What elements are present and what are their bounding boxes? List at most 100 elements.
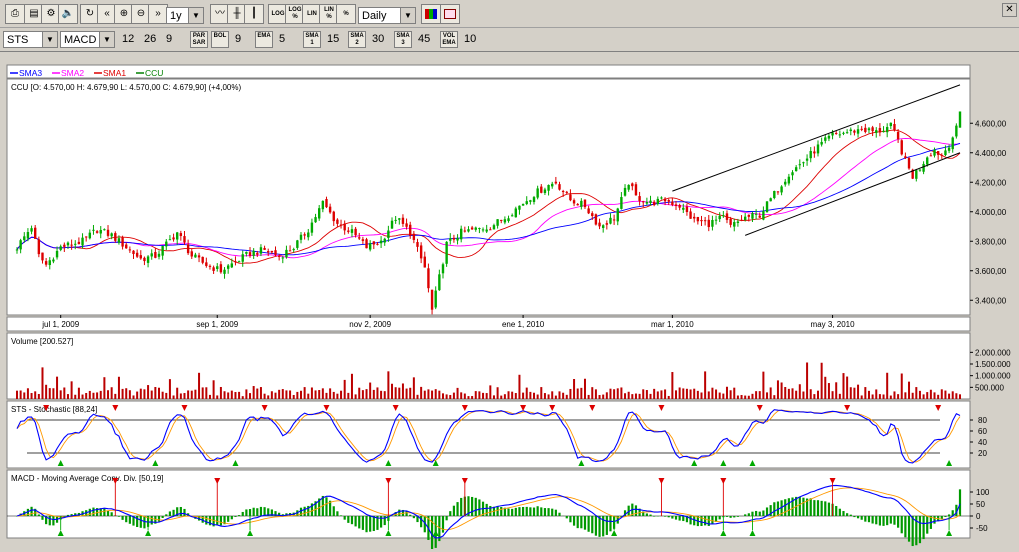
volume-bar [45, 385, 47, 399]
candle-body [362, 239, 364, 241]
indicator-period[interactable]: 9 [235, 33, 241, 45]
volume-bar [620, 387, 622, 399]
candle-body [864, 128, 866, 132]
candle-body [201, 257, 203, 263]
volume-bar [264, 394, 266, 399]
volume-bar [580, 388, 582, 399]
candle-body [584, 200, 586, 207]
image-button[interactable] [440, 4, 460, 24]
macd-histogram-bar [355, 516, 357, 526]
candle-body [311, 223, 313, 233]
indicator-period[interactable]: 10 [464, 33, 476, 45]
forward-icon: » [155, 9, 161, 19]
close-icon[interactable]: ✕ [1002, 3, 1017, 17]
chevron-down-icon[interactable]: ▼ [42, 32, 57, 47]
volume-bar [857, 385, 859, 399]
volume-bar [464, 394, 466, 399]
macd-histogram-bar [577, 516, 579, 528]
chevron-down-icon[interactable]: ▼ [188, 8, 203, 23]
indicator-period[interactable]: 15 [327, 33, 339, 45]
sound-button[interactable]: 🔈 [58, 4, 78, 24]
macd-histogram-bar [30, 507, 32, 516]
date-tick-label: may 3, 2010 [811, 320, 856, 329]
macd-fast[interactable]: 12 [122, 33, 134, 45]
macd-histogram-bar [748, 513, 750, 516]
candle-body [282, 257, 284, 258]
macd-histogram-bar [409, 515, 411, 516]
candle-body [791, 172, 793, 175]
candle-body [416, 242, 418, 247]
color-scheme-button[interactable] [421, 4, 441, 24]
volume-bar [238, 392, 240, 399]
indicator-period[interactable]: 45 [418, 33, 430, 45]
period-select[interactable]: 1y▼ [166, 7, 204, 24]
macd-histogram-bar [810, 498, 812, 516]
stochastic-select[interactable]: STS▼ [3, 31, 58, 48]
volume-bar [438, 391, 440, 399]
candle-body [413, 234, 415, 240]
candle-body [828, 136, 830, 139]
candle-body [726, 213, 728, 220]
candle-body [373, 241, 375, 244]
indicator-period[interactable]: 5 [279, 33, 285, 45]
macd-histogram-bar [227, 516, 229, 522]
candle-body [769, 198, 771, 201]
macd-histogram-bar [893, 516, 895, 525]
macd-histogram-bar [533, 508, 535, 516]
indicator-toggle-5[interactable]: SMA3 [394, 31, 412, 48]
volume-bar [777, 380, 779, 399]
chevron-down-icon[interactable]: ▼ [99, 32, 114, 47]
macd-slow[interactable]: 26 [144, 33, 156, 45]
indicator-toggle-3[interactable]: SMA1 [303, 31, 321, 48]
volume-bar [194, 390, 196, 399]
volume-bar [402, 383, 404, 399]
percent-button[interactable]: % [336, 4, 356, 24]
indicator-label: BOL [212, 33, 228, 40]
indicator-period[interactable]: 30 [372, 33, 384, 45]
volume-bar [304, 387, 306, 399]
candle-body [387, 231, 389, 238]
volume-bar [606, 392, 608, 399]
candle-body [504, 219, 506, 222]
volume-bar [806, 362, 808, 399]
candle-body [777, 191, 779, 192]
volume-bar [599, 395, 601, 399]
legend-label: SMA2 [61, 68, 84, 78]
indicator-toggle-6[interactable]: VOLEMA [440, 31, 458, 48]
candle-body [223, 270, 225, 274]
candle-body [555, 182, 557, 184]
volume-bar [300, 391, 302, 399]
candle-body [445, 242, 447, 264]
macd-histogram-bar [103, 509, 105, 516]
volume-bar [442, 393, 444, 399]
chart-svg: SMA3SMA2SMA1CCU3.400,003.600,003.800,004… [0, 52, 1019, 549]
candle-button[interactable]: ┃ [244, 4, 264, 24]
volume-bar [544, 393, 546, 399]
volume-bar [333, 392, 335, 399]
candle-body [759, 216, 761, 218]
indicator-toggle-2[interactable]: EMA [255, 31, 273, 48]
candle-body [442, 264, 444, 273]
candle-body [642, 201, 644, 202]
candle-body [285, 250, 287, 257]
macd-signal[interactable]: 9 [166, 33, 172, 45]
volume-bar [733, 388, 735, 399]
volume-bar [784, 387, 786, 399]
candle-body [577, 204, 579, 205]
volume-bar [413, 377, 415, 399]
macd-histogram-bar [879, 516, 881, 526]
macd-histogram-bar [92, 508, 94, 516]
volume-bar [129, 390, 131, 399]
indicator-toggle-1[interactable]: BOL [211, 31, 229, 48]
macd-select[interactable]: MACD▼ [60, 31, 115, 48]
forward-button[interactable]: » [148, 4, 168, 24]
indicator-toggle-0[interactable]: PARSAR [190, 31, 208, 48]
volume-bar [398, 388, 400, 399]
candle-body [409, 225, 411, 236]
chevron-down-icon[interactable]: ▼ [400, 8, 415, 23]
volume-bar [722, 394, 724, 399]
indicator-toggle-4[interactable]: SMA2 [348, 31, 366, 48]
interval-select[interactable]: Daily▼ [358, 7, 416, 24]
volume-bar [715, 389, 717, 399]
print-button[interactable]: ⎙ [5, 4, 25, 24]
